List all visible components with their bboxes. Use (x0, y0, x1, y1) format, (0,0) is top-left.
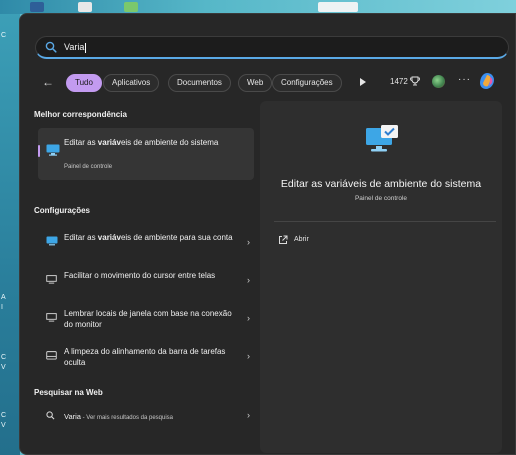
results-list: Melhor correspondência Editar as variáve… (34, 100, 254, 450)
system-properties-icon (366, 125, 398, 152)
chip-documentos[interactable]: Documentos (168, 74, 231, 92)
copilot-icon[interactable] (478, 72, 496, 90)
settings-item-label: A limpeza do alinhamento da barra de tar… (64, 347, 226, 367)
desktop-label-fragment: C (1, 32, 7, 39)
search-input[interactable]: Varia (64, 42, 87, 53)
open-external-icon (279, 235, 288, 244)
desktop-label-fragment: C (1, 354, 7, 361)
web-search-heading: Pesquisar na Web (34, 388, 103, 397)
taskbar-icon (46, 351, 57, 360)
best-match-heading: Melhor correspondência (34, 110, 127, 119)
chevron-right-icon: › (247, 313, 250, 323)
web-search-label: Varia - Ver mais resultados da pesquisa (64, 412, 174, 421)
settings-item[interactable]: Lembrar locais de janela com base na con… (38, 306, 254, 332)
desktop-icon[interactable] (318, 2, 358, 12)
display-icon (46, 275, 57, 284)
desktop-label-fragment: V (1, 422, 6, 429)
play-icon[interactable] (360, 78, 366, 86)
detail-subtitle: Painel de controle (354, 195, 408, 202)
search-icon (45, 41, 57, 53)
rewards-points: 1472 (390, 77, 408, 86)
chevron-right-icon: › (247, 237, 250, 247)
settings-heading: Configurações (34, 206, 91, 215)
detail-pane: Editar as variáveis de ambiente do siste… (260, 101, 502, 453)
text-caret (85, 42, 87, 53)
settings-item[interactable]: Editar as variáveis de ambiente para sua… (38, 230, 254, 256)
chevron-right-icon: › (247, 275, 250, 285)
search-query: Varia (64, 42, 85, 52)
chip-configuracoes[interactable]: Configurações (272, 74, 342, 92)
chip-aplicativos[interactable]: Aplicativos (103, 74, 160, 92)
settings-item[interactable]: Facilitar o movimento do cursor entre te… (38, 268, 254, 294)
filter-bar: ← Tudo Aplicativos Documentos Web Config… (20, 72, 516, 98)
desktop-label-fragment: C (1, 412, 7, 419)
settings-item[interactable]: A limpeza do alinhamento da barra de tar… (38, 344, 254, 370)
desktop-icon[interactable] (78, 2, 92, 12)
desktop-label-fragment: I (1, 304, 3, 311)
best-match-title: Editar as variáveis de ambiente do siste… (64, 138, 219, 147)
settings-item-label: Facilitar o movimento do cursor entre te… (64, 271, 216, 280)
desktop-label-fragment: V (1, 364, 6, 371)
selection-indicator (38, 145, 40, 157)
settings-item-label: Editar as variáveis de ambiente para sua… (64, 233, 233, 242)
chevron-right-icon: › (247, 410, 250, 420)
trophy-icon[interactable] (410, 76, 420, 86)
display-icon (46, 313, 57, 322)
more-options-icon[interactable]: ··· (458, 74, 471, 85)
monitor-icon (46, 236, 58, 246)
settings-item-label: Lembrar locais de janela com base na con… (64, 309, 232, 329)
best-match-subtitle: Painel de controle (64, 164, 113, 170)
search-box[interactable]: Varia (35, 36, 509, 59)
avatar[interactable] (432, 75, 445, 88)
chip-web[interactable]: Web (238, 74, 273, 92)
back-arrow-icon[interactable]: ← (42, 75, 54, 89)
desktop-label-fragment: A (1, 294, 6, 301)
web-search-item[interactable]: Varia - Ver mais resultados da pesquisa … (38, 408, 254, 426)
chip-tudo[interactable]: Tudo (66, 74, 102, 92)
detail-title: Editar as variáveis de ambiente do siste… (280, 178, 482, 190)
desktop-icon[interactable] (124, 2, 138, 12)
desktop-background-left: C A I C V C V (0, 14, 20, 455)
divider (274, 221, 496, 222)
desktop-background-strip (0, 0, 516, 14)
chevron-right-icon: › (247, 351, 250, 361)
system-properties-icon (46, 144, 60, 156)
search-icon (46, 411, 55, 420)
desktop-icon[interactable] (30, 2, 44, 12)
search-panel: Varia ← Tudo Aplicativos Documentos Web … (19, 13, 516, 455)
best-match-item[interactable]: Editar as variáveis de ambiente do siste… (38, 128, 254, 180)
open-label: Abrir (294, 236, 309, 243)
